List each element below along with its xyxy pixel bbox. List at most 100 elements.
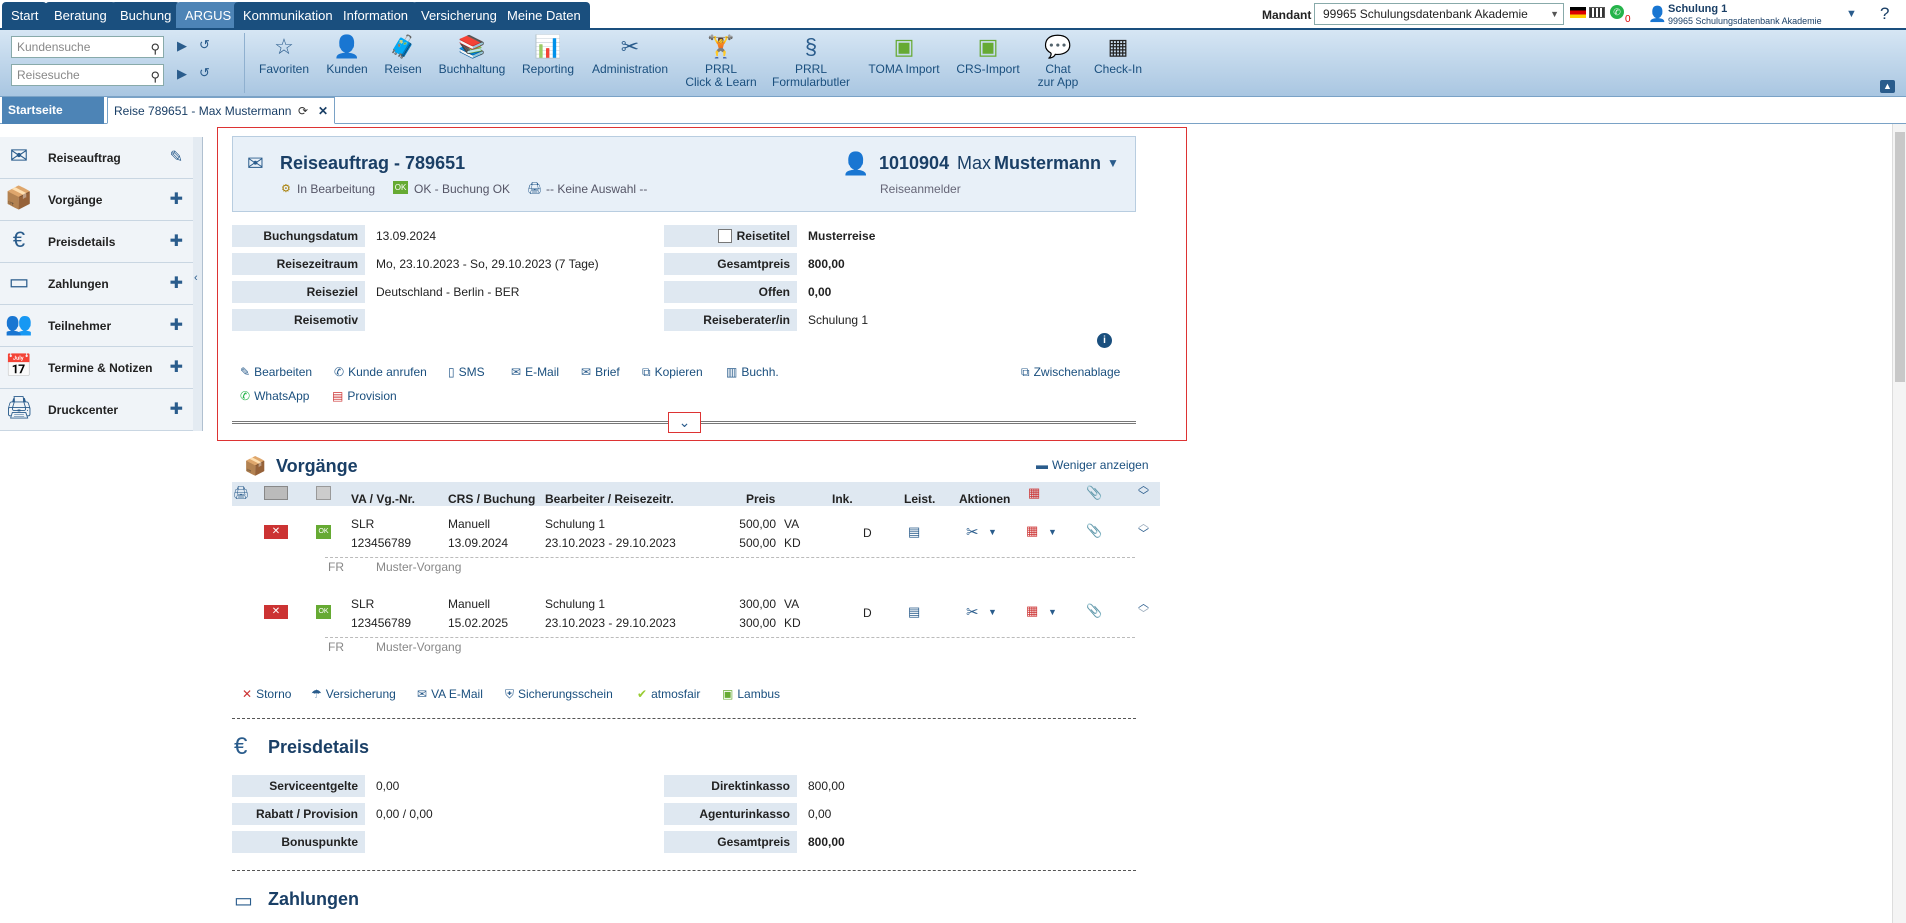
calendar-plus-icon[interactable]: ▦ — [1026, 603, 1038, 619]
buchh-link[interactable]: ▥ Buchh. — [726, 365, 779, 379]
prrl-formularbutler-button[interactable]: § PRRL Formularbutler — [768, 34, 854, 89]
provision-link[interactable]: ▤ Provision — [332, 389, 397, 403]
sidebar-item-preisdetails[interactable]: € Preisdetails ✚ — [0, 221, 193, 263]
nav-tab-argus[interactable]: ARGUS — [176, 2, 241, 30]
sidebar-item-druckcenter[interactable]: 🖨 Druckcenter ✚ — [0, 389, 193, 431]
customer-search-input[interactable]: Kundensuche ⚲ — [11, 36, 164, 58]
crs-import-button[interactable]: ▣ CRS-Import — [952, 34, 1024, 76]
lambus-link[interactable]: ▣ Lambus — [722, 687, 780, 701]
nav-tab-beratung[interactable]: Beratung — [45, 2, 116, 30]
calendar-plus-icon[interactable]: ▦ — [1028, 485, 1040, 501]
history-icon[interactable]: ↺ — [199, 65, 210, 81]
customer-number[interactable]: 1010904 — [879, 153, 949, 174]
customer-last-name[interactable]: Mustermann — [994, 153, 1101, 174]
row-nr[interactable]: 123456789 — [351, 536, 411, 550]
chevron-down-icon[interactable]: ▼ — [1107, 156, 1119, 170]
paperclip-icon[interactable]: 📎 — [1086, 523, 1102, 539]
history-icon[interactable]: ↺ — [199, 37, 210, 53]
favoriten-button[interactable]: ☆ Favoriten — [256, 34, 312, 76]
status-buchung-ok[interactable]: OK - Buchung OK — [414, 182, 510, 196]
scrollbar[interactable] — [1892, 124, 1906, 923]
nav-tab-kommunikation[interactable]: Kommunikation — [234, 2, 342, 30]
sidebar-collapse-handle[interactable]: ‹ — [193, 137, 203, 431]
document-icon[interactable]: ▤ — [908, 604, 920, 620]
zwischenablage-link[interactable]: ⧉ Zwischenablage — [1021, 365, 1120, 380]
buchhaltung-button[interactable]: 📚 Buchhaltung — [434, 34, 510, 76]
calendar-plus-icon[interactable]: ▦ — [1026, 523, 1038, 539]
reporting-button[interactable]: 📊 Reporting — [518, 34, 578, 76]
kopieren-link[interactable]: ⧉ Kopieren — [642, 365, 703, 380]
play-icon[interactable]: ▶ — [177, 38, 187, 54]
chevron-down-icon[interactable]: ▼ — [988, 607, 997, 617]
toma-import-button[interactable]: ▣ TOMA Import — [864, 34, 944, 76]
paperclip-icon[interactable]: 📎 — [1086, 485, 1102, 501]
trip-search-input[interactable]: Reisesuche ⚲ — [11, 64, 164, 86]
va-email-link[interactable]: ✉ VA E-Mail — [417, 687, 483, 701]
select-all-checkbox[interactable] — [316, 486, 331, 500]
chevron-down-icon[interactable]: ▼ — [988, 527, 997, 537]
tab-startseite[interactable]: Startseite — [2, 97, 104, 124]
storno-ticket-icon[interactable]: ✕ — [264, 525, 288, 539]
nav-tab-meine-daten[interactable]: Meine Daten — [498, 2, 590, 30]
storno-link[interactable]: ✕ Storno — [242, 687, 291, 701]
col-header-crs[interactable]: CRS / Buchung — [448, 491, 535, 507]
refresh-icon[interactable]: ⟳ — [298, 98, 308, 125]
play-icon[interactable]: ▶ — [177, 66, 187, 82]
atmosfair-link[interactable]: ✔ atmosfair — [637, 687, 700, 701]
col-header-bearbeiter[interactable]: Bearbeiter / Reisezeitr. — [545, 491, 674, 507]
chevron-down-icon[interactable]: ▼ — [1048, 607, 1057, 617]
collapse-toolbar-icon[interactable]: ▲ — [1880, 80, 1895, 93]
sidebar-item-zahlungen[interactable]: ▭ Zahlungen ✚ — [0, 263, 193, 305]
sidebar-item-reiseauftrag[interactable]: ✉ Reiseauftrag ✎ — [0, 137, 193, 179]
customer-first-name[interactable]: Max — [957, 153, 991, 174]
checkin-button[interactable]: ▦ Check-In — [1090, 34, 1146, 76]
col-header-preis[interactable]: Preis — [746, 491, 775, 507]
col-header-aktionen[interactable]: Aktionen — [959, 491, 1010, 507]
sidebar-item-termine[interactable]: 📅 Termine & Notizen ✚ — [0, 347, 193, 389]
edit-icon[interactable]: ✎ — [170, 147, 183, 167]
plus-icon[interactable]: ✚ — [170, 357, 183, 377]
status-keine-auswahl[interactable]: -- Keine Auswahl -- — [546, 182, 647, 196]
prrl-click-learn-button[interactable]: 🏋 PRRL Click & Learn — [682, 34, 760, 89]
scrollbar-thumb[interactable] — [1895, 132, 1905, 382]
tools-icon[interactable]: ✂ — [966, 603, 979, 621]
versicherung-link[interactable]: ☂ Versicherung — [311, 687, 396, 701]
plus-icon[interactable]: ✚ — [170, 189, 183, 209]
mandant-select[interactable]: 99965 Schulungsdatenbank Akademie ▼ — [1314, 3, 1564, 25]
sicherungsschein-link[interactable]: ⛨ Sicherungsschein — [505, 687, 613, 702]
status-in-bearbeitung[interactable]: In Bearbeitung — [297, 182, 375, 196]
storno-ticket-icon[interactable]: ✕ — [264, 605, 288, 619]
close-icon[interactable]: ✕ — [318, 98, 328, 125]
reisetitel-checkbox[interactable] — [718, 229, 732, 243]
bearbeiten-link[interactable]: ✎ Bearbeiten — [240, 365, 312, 379]
email-link[interactable]: ✉ E-Mail — [511, 365, 559, 379]
sort-icon[interactable]: ︿ ﹀ — [1138, 481, 1149, 502]
col-header-va[interactable]: VA / Vg.-Nr. — [351, 491, 415, 507]
german-flag-icon[interactable] — [1570, 7, 1586, 18]
sidebar-item-vorgaenge[interactable]: 📦 Vorgänge ✚ — [0, 179, 193, 221]
move-row-icon[interactable]: ︿ ﹀ — [1138, 519, 1149, 540]
tab-reise[interactable]: Reise 789651 - Max Mustermann ⟳ ✕ — [107, 97, 335, 124]
chat-app-button[interactable]: 💬 Chat zur App — [1034, 34, 1082, 89]
col-header-leist[interactable]: Leist. — [904, 491, 935, 507]
row-nr[interactable]: 123456789 — [351, 616, 411, 630]
tools-icon[interactable]: ✂ — [966, 523, 979, 541]
help-icon[interactable]: ? — [1880, 4, 1889, 24]
plus-icon[interactable]: ✚ — [170, 399, 183, 419]
search-icon[interactable]: ⚲ — [150, 39, 160, 59]
info-icon[interactable]: i — [1097, 333, 1112, 348]
search-icon[interactable]: ⚲ — [150, 67, 160, 87]
col-header-ink[interactable]: Ink. — [832, 491, 853, 507]
sidebar-item-teilnehmer[interactable]: 👥 Teilnehmer ✚ — [0, 305, 193, 347]
plus-icon[interactable]: ✚ — [170, 273, 183, 293]
nav-tab-versicherung[interactable]: Versicherung — [412, 2, 506, 30]
plus-icon[interactable]: ✚ — [170, 231, 183, 251]
plus-icon[interactable]: ✚ — [170, 315, 183, 335]
weniger-anzeigen-link[interactable]: ▬ Weniger anzeigen — [1036, 458, 1149, 472]
expand-chevron-icon[interactable]: ⌄ — [668, 412, 701, 433]
nav-tab-information[interactable]: Information — [334, 2, 418, 30]
administration-button[interactable]: ✂ Administration — [588, 34, 672, 76]
reisen-button[interactable]: 🧳 Reisen — [380, 34, 426, 76]
nav-tab-buchung[interactable]: Buchung — [111, 2, 181, 30]
whatsapp-icon[interactable]: ✆ — [1610, 5, 1624, 19]
